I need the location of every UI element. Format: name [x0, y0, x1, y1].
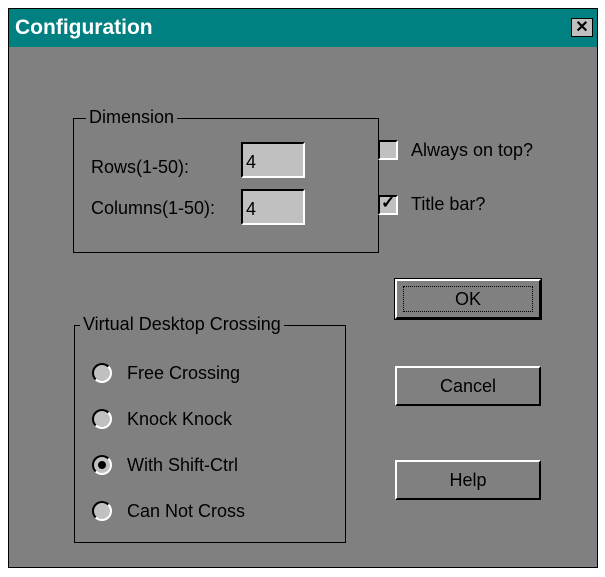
crossing-legend: Virtual Desktop Crossing [80, 313, 284, 335]
rows-label: Rows(1-50): [91, 157, 190, 177]
title-bar-label[interactable]: Title bar? [411, 193, 485, 215]
dimension-legend: Dimension [86, 106, 178, 128]
columns-label: Columns(1-50): [91, 198, 216, 218]
help-button-label: Help [449, 469, 487, 490]
help-button[interactable]: Help [395, 460, 541, 500]
always-on-top-label[interactable]: Always on top? [411, 139, 533, 161]
configuration-dialog: Configuration ✕ Dimension Rows(1-50): Co… [8, 8, 598, 568]
columns-input[interactable] [241, 189, 305, 225]
cancel-button-label: Cancel [439, 375, 497, 396]
radio-selected-dot [98, 461, 106, 469]
radio-label-with-shift-ctrl[interactable]: With Shift-Ctrl [127, 454, 238, 476]
radio-label-can-not-cross[interactable]: Can Not Cross [127, 500, 245, 522]
focus-rect [403, 286, 533, 312]
check-mark-icon: ✓ [381, 193, 396, 212]
radio-can-not-cross[interactable] [92, 501, 112, 521]
dialog-title: Configuration [15, 16, 153, 39]
dimension-group: Dimension [73, 106, 379, 253]
rows-input[interactable] [241, 142, 305, 178]
radio-knock-knock[interactable] [92, 409, 112, 429]
radio-label-free-crossing[interactable]: Free Crossing [127, 362, 240, 384]
title-bar: Configuration ✕ [9, 9, 597, 47]
cancel-button[interactable]: Cancel [395, 366, 541, 406]
close-icon: ✕ [575, 18, 589, 36]
radio-label-knock-knock[interactable]: Knock Knock [127, 408, 232, 430]
close-button[interactable]: ✕ [571, 18, 593, 37]
always-on-top-checkbox[interactable] [378, 140, 398, 160]
radio-free-crossing[interactable] [92, 363, 112, 383]
ok-button[interactable]: OK [394, 278, 542, 320]
radio-with-shift-ctrl[interactable] [92, 455, 112, 475]
title-bar-checkbox[interactable]: ✓ [378, 193, 398, 215]
